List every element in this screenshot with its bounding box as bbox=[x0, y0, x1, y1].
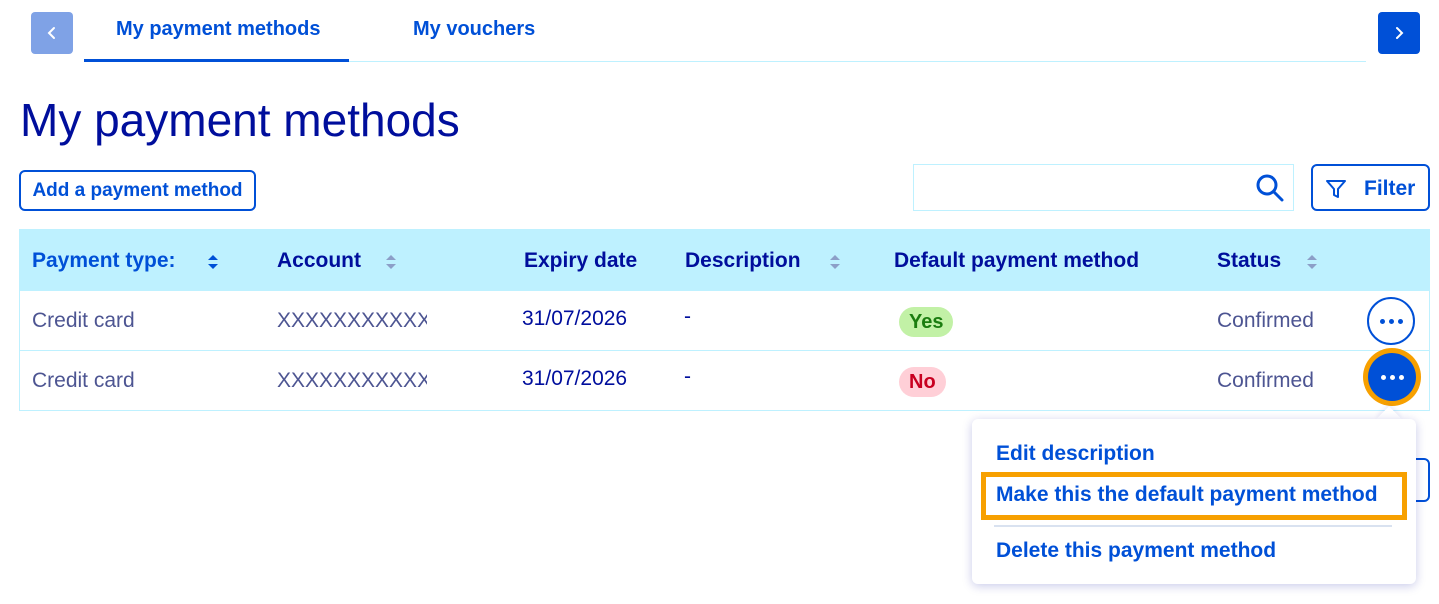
cell-payment-type: Credit card bbox=[32, 309, 135, 332]
tab-bar: My payment methods My vouchers bbox=[0, 0, 1439, 64]
add-payment-method-button[interactable]: Add a payment method bbox=[19, 170, 256, 211]
menu-item-delete-payment-method[interactable]: Delete this payment method bbox=[996, 539, 1276, 563]
tabs-next-button[interactable] bbox=[1378, 12, 1420, 54]
row-actions-button-active[interactable] bbox=[1368, 353, 1416, 401]
tabs-prev-button[interactable] bbox=[31, 12, 73, 54]
column-header-default-payment-method: Default payment method bbox=[894, 249, 1140, 272]
more-icon bbox=[1380, 374, 1404, 380]
tab-my-payment-methods[interactable]: My payment methods bbox=[116, 18, 320, 41]
column-header-account[interactable]: Account bbox=[277, 249, 361, 273]
filter-button[interactable]: Filter bbox=[1311, 164, 1430, 211]
menu-item-make-default[interactable]: Make this the default payment method bbox=[996, 483, 1378, 507]
sort-icon[interactable] bbox=[207, 252, 219, 272]
default-badge-no: No bbox=[899, 367, 946, 397]
cell-status: Confirmed bbox=[1217, 309, 1314, 332]
cell-status: Confirmed bbox=[1217, 369, 1314, 392]
column-header-status[interactable]: Status bbox=[1217, 249, 1281, 273]
cell-description: - bbox=[684, 365, 691, 388]
filter-icon bbox=[1326, 180, 1346, 198]
cell-expiry-date: 31/07/2026 bbox=[522, 367, 628, 390]
sort-icon[interactable] bbox=[829, 252, 841, 272]
row-actions-button[interactable] bbox=[1367, 297, 1415, 345]
table-row: Credit card XXXXXXXXXXXX 31/07/2026 - No… bbox=[19, 351, 1430, 411]
cell-expiry-date: 31/07/2026 bbox=[522, 307, 628, 330]
tab-my-vouchers[interactable]: My vouchers bbox=[413, 18, 535, 41]
row-actions-menu: Edit description Make this the default p… bbox=[972, 419, 1416, 584]
search-input[interactable] bbox=[914, 165, 1244, 210]
menu-item-edit-description[interactable]: Edit description bbox=[996, 442, 1155, 466]
search-field bbox=[913, 164, 1294, 211]
chevron-left-icon bbox=[47, 27, 55, 39]
cell-account: XXXXXXXXXXXX bbox=[277, 369, 427, 392]
cell-payment-type: Credit card bbox=[32, 369, 135, 392]
table-row: Credit card XXXXXXXXXXXX 31/07/2026 - Ye… bbox=[19, 291, 1430, 351]
search-icon[interactable] bbox=[1255, 173, 1285, 203]
table-header: Payment type: Account Expiry date Descri… bbox=[19, 229, 1430, 291]
active-tab-indicator bbox=[84, 59, 349, 62]
menu-divider bbox=[994, 525, 1392, 527]
default-badge-yes: Yes bbox=[899, 307, 954, 337]
cell-description: - bbox=[684, 305, 691, 328]
sort-icon[interactable] bbox=[1306, 252, 1318, 272]
chevron-right-icon bbox=[1396, 27, 1404, 39]
payment-methods-table: Payment type: Account Expiry date Descri… bbox=[19, 229, 1430, 411]
sort-icon[interactable] bbox=[385, 252, 397, 272]
filter-label: Filter bbox=[1364, 177, 1416, 200]
column-header-expiry-date: Expiry date bbox=[524, 249, 638, 272]
column-header-description[interactable]: Description bbox=[685, 249, 801, 273]
cell-account: XXXXXXXXXXXX bbox=[277, 309, 427, 332]
page-title: My payment methods bbox=[20, 94, 460, 146]
column-header-payment-type[interactable]: Payment type: bbox=[32, 249, 176, 273]
more-icon bbox=[1379, 318, 1403, 324]
